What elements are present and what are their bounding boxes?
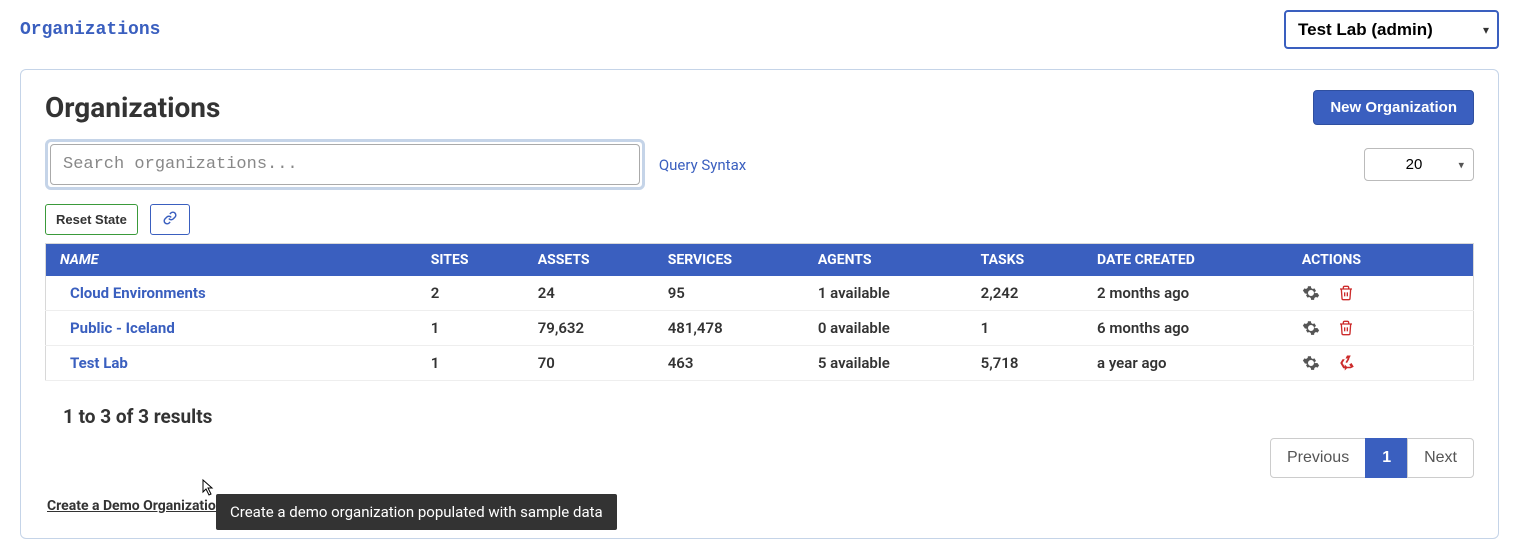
org-name-link[interactable]: Cloud Environments (70, 284, 206, 302)
col-agents[interactable]: AGENTS (804, 244, 967, 277)
pagination-next[interactable]: Next (1407, 438, 1474, 478)
org-selector[interactable]: Test Lab (admin) (1284, 10, 1499, 49)
cell-date-created: 2 months ago (1083, 276, 1288, 311)
cell-date-created: a year ago (1083, 346, 1288, 381)
col-actions: ACTIONS (1288, 244, 1474, 277)
cell-agents: 5 available (804, 346, 967, 381)
table-row: Cloud Environments 224951 available2,2422… (46, 276, 1474, 311)
cell-tasks: 2,242 (967, 276, 1083, 311)
recycle-icon[interactable] (1338, 354, 1356, 372)
reset-state-button[interactable]: Reset State (45, 204, 138, 235)
col-sites[interactable]: SITES (417, 244, 524, 277)
pagination: Previous 1 Next (45, 438, 1474, 478)
col-assets[interactable]: ASSETS (524, 244, 654, 277)
pagination-previous[interactable]: Previous (1270, 438, 1366, 478)
cell-date-created: 6 months ago (1083, 311, 1288, 346)
new-organization-button[interactable]: New Organization (1313, 90, 1474, 125)
org-name-link[interactable]: Test Lab (70, 354, 128, 372)
settings-icon[interactable] (1302, 319, 1320, 337)
cell-assets: 70 (524, 346, 654, 381)
query-syntax-link[interactable]: Query Syntax (659, 156, 746, 174)
page-size-select[interactable]: 20 (1364, 148, 1474, 181)
search-input[interactable] (50, 144, 640, 185)
cell-assets: 24 (524, 276, 654, 311)
breadcrumb[interactable]: Organizations (20, 20, 160, 40)
cell-services: 481,478 (654, 311, 804, 346)
org-name-link[interactable]: Public - Iceland (70, 319, 175, 337)
col-name[interactable]: NAME (46, 244, 417, 277)
settings-icon[interactable] (1302, 354, 1320, 372)
cell-sites: 2 (417, 276, 524, 311)
cell-sites: 1 (417, 346, 524, 381)
settings-icon[interactable] (1302, 284, 1320, 302)
cell-services: 463 (654, 346, 804, 381)
cell-services: 95 (654, 276, 804, 311)
cell-tasks: 1 (967, 311, 1083, 346)
col-tasks[interactable]: TASKS (967, 244, 1083, 277)
page-title: Organizations (45, 91, 220, 124)
col-date-created[interactable]: DATE CREATED (1083, 244, 1288, 277)
cell-tasks: 5,718 (967, 346, 1083, 381)
results-count: 1 to 3 of 3 results (63, 405, 1474, 428)
cell-assets: 79,632 (524, 311, 654, 346)
link-icon (163, 211, 177, 228)
table-row: Test Lab 1704635 available5,718a year ago (46, 346, 1474, 381)
organizations-table: NAME SITES ASSETS SERVICES AGENTS TASKS … (45, 243, 1474, 381)
trash-icon[interactable] (1338, 319, 1354, 337)
table-row: Public - Iceland179,632481,4780 availabl… (46, 311, 1474, 346)
cell-sites: 1 (417, 311, 524, 346)
cell-agents: 0 available (804, 311, 967, 346)
col-services[interactable]: SERVICES (654, 244, 804, 277)
tooltip: Create a demo organization populated wit… (216, 494, 617, 530)
create-demo-org-link[interactable]: Create a Demo Organization (47, 498, 224, 514)
trash-icon[interactable] (1338, 284, 1354, 302)
cell-agents: 1 available (804, 276, 967, 311)
pagination-page-1[interactable]: 1 (1365, 438, 1408, 478)
copy-link-button[interactable] (150, 204, 190, 235)
